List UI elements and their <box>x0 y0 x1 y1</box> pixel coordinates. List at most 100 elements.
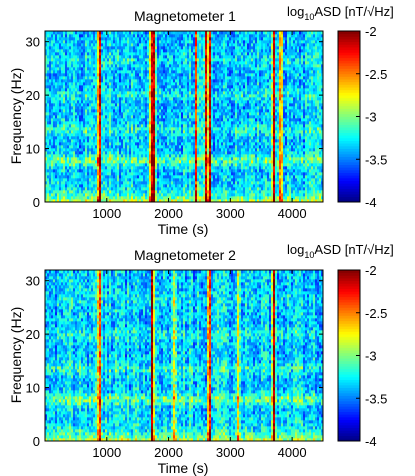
heatmap-cell <box>71 61 74 65</box>
heatmap-cell <box>145 49 148 53</box>
heatmap-cell <box>197 34 200 38</box>
heatmap-cell <box>139 127 142 131</box>
heatmap-cell <box>73 94 76 98</box>
heatmap-cell <box>55 112 58 116</box>
heatmap-cell <box>175 157 178 161</box>
heatmap-cell <box>47 142 50 146</box>
heatmap-cell <box>161 142 164 146</box>
heatmap-cell <box>211 82 214 86</box>
heatmap-cell <box>133 115 136 119</box>
heatmap-cell <box>71 196 74 200</box>
heatmap-cell <box>105 49 108 53</box>
heatmap-cell <box>209 118 212 122</box>
heatmap-cell <box>107 157 110 161</box>
heatmap-cell <box>75 55 78 59</box>
heatmap-cell <box>73 154 76 158</box>
heatmap-cell <box>121 169 124 173</box>
heatmap-cell <box>55 49 58 53</box>
heatmap-cell <box>85 160 88 164</box>
heatmap-cell <box>143 52 146 56</box>
heatmap-cell <box>203 196 206 200</box>
heatmap-cell <box>77 88 80 92</box>
heatmap-cell <box>191 160 194 164</box>
heatmap-cell <box>101 196 104 200</box>
heatmap-cell <box>181 103 184 107</box>
heatmap-cell <box>215 169 218 173</box>
heatmap-cell <box>63 172 66 176</box>
heatmap-cell <box>171 67 174 71</box>
heatmap-cell <box>95 178 98 182</box>
heatmap-cell <box>99 112 102 116</box>
heatmap-cell <box>123 187 126 191</box>
heatmap-cell <box>105 112 108 116</box>
heatmap-cell <box>107 34 110 38</box>
heatmap-cell <box>101 166 104 170</box>
heatmap-cell <box>107 85 110 89</box>
heatmap-cell <box>171 187 174 191</box>
heatmap-cell <box>85 67 88 71</box>
heatmap-cell <box>89 184 92 188</box>
heatmap-cell <box>129 94 132 98</box>
heatmap-cell <box>127 49 130 53</box>
heatmap-cell <box>95 130 98 134</box>
heatmap-cell <box>65 169 68 173</box>
heatmap-cell <box>103 106 106 110</box>
heatmap-cell <box>97 130 100 134</box>
heatmap-cell <box>109 175 112 179</box>
heatmap-cell <box>51 157 54 161</box>
heatmap-cell <box>183 64 186 68</box>
heatmap-cell <box>151 115 154 119</box>
heatmap-cell <box>195 100 198 104</box>
heatmap-cell <box>147 64 150 68</box>
heatmap-cell <box>203 181 206 185</box>
heatmap-cell <box>209 169 212 173</box>
figure: Magnetometer 1 1000 2000 3000 4000 0102030 … <box>8 4 394 476</box>
heatmap-cell <box>149 160 152 164</box>
heatmap-cell <box>203 34 206 38</box>
heatmap-cell <box>95 169 98 173</box>
heatmap-cell <box>191 73 194 77</box>
heatmap-cell <box>109 163 112 167</box>
heatmap-cell <box>81 76 84 80</box>
heatmap-cell <box>149 88 152 92</box>
heatmap-cell <box>201 94 204 98</box>
heatmap-cell <box>191 100 194 104</box>
heatmap-cell <box>107 142 110 146</box>
heatmap-cell <box>83 112 86 116</box>
heatmap-cell <box>217 55 220 59</box>
heatmap-cell <box>49 109 52 113</box>
heatmap-cell <box>151 157 154 161</box>
heatmap-cell <box>101 100 104 104</box>
heatmap-cell <box>209 196 212 200</box>
heatmap-cell <box>167 106 170 110</box>
heatmap-cell <box>89 112 92 116</box>
heatmap-cell <box>149 133 152 137</box>
heatmap-cell <box>135 136 138 140</box>
heatmap-cell <box>67 43 70 47</box>
heatmap-cell <box>119 148 122 152</box>
heatmap-cell <box>121 55 124 59</box>
heatmap-cell <box>121 175 124 179</box>
heatmap-cell <box>191 172 194 176</box>
heatmap-cell <box>217 103 220 107</box>
heatmap-cell <box>73 124 76 128</box>
heatmap-cell <box>59 106 62 110</box>
heatmap-cell <box>143 100 146 104</box>
heatmap-cell <box>61 130 64 134</box>
heatmap-cell <box>189 133 192 137</box>
heatmap-cell <box>155 172 158 176</box>
heatmap-cell <box>133 151 136 155</box>
heatmap-cell <box>107 178 110 182</box>
heatmap-cell <box>119 139 122 143</box>
heatmap-cell <box>149 82 152 86</box>
heatmap-cell <box>165 154 168 158</box>
heatmap-cell <box>71 100 74 104</box>
heatmap-cell <box>185 124 188 128</box>
heatmap-cell <box>53 55 56 59</box>
heatmap-cell <box>89 31 92 35</box>
heatmap-cell <box>149 175 152 179</box>
heatmap-cell <box>59 67 62 71</box>
heatmap-cell <box>139 193 142 197</box>
heatmap-cell <box>89 145 92 149</box>
heatmap-cell <box>203 175 206 179</box>
